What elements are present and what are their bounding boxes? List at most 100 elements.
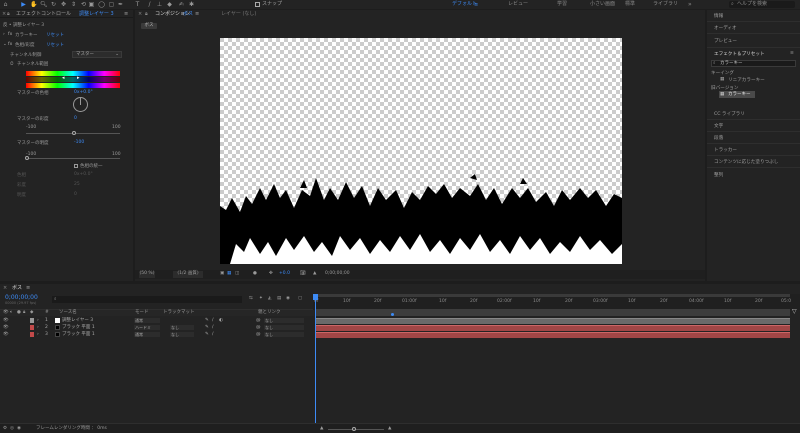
solid-layer-bar[interactable] [316,332,790,338]
master-light-slider[interactable] [25,156,120,160]
panel-menu-icon[interactable]: ≡ [124,11,128,17]
camera-tool-icon[interactable]: ▣ [88,1,95,8]
pan-tool-icon[interactable]: ✥ [60,1,67,8]
switch-icon[interactable]: ✎ [205,324,209,331]
effects-presets-panel-tab[interactable]: エフェクト＆プリセット [714,51,765,57]
parent-dropdown[interactable]: なし [264,332,304,337]
blend-mode-dropdown[interactable]: 通常 [134,332,160,337]
effect-controls-tab[interactable]: × 🔒︎ エフェクトコントロール 調整レイヤー 3 ≡ [0,10,133,18]
fx-icon[interactable]: fx [8,32,12,37]
parent-header[interactable]: 親とリンク [258,310,281,316]
switch-icon[interactable]: / [212,324,214,331]
audio-toggle-icon[interactable]: 🔈︎ [10,310,13,316]
home-icon[interactable]: ⌂ [2,1,9,8]
slider-thumb[interactable] [25,156,29,160]
comp-tab-name[interactable]: ボス [183,11,193,17]
colorize-checkbox[interactable] [74,164,78,168]
switch-icon[interactable]: / [212,317,214,324]
paragraph-tab[interactable]: 段落 [714,135,723,141]
parent-dropdown[interactable]: なし [264,318,304,323]
zoom-tool-icon[interactable]: 🔍︎ [40,1,48,8]
workspace-review[interactable]: レビュー [508,1,528,8]
show-snapshot-icon[interactable]: ▲ [313,271,316,277]
marker-icon[interactable]: ▽ [792,308,797,315]
master-hue-value[interactable]: 0x+0.0° [74,90,93,95]
expand-icon[interactable]: ◎ [10,426,14,432]
expand-arrow-icon[interactable]: › [37,331,39,338]
expand-arrow-icon[interactable]: › [37,317,39,324]
trkmat-dropdown[interactable]: なし [170,332,194,337]
mask-visibility-icon[interactable]: ◫ [235,271,239,277]
mode-header[interactable]: モード [135,310,149,316]
trkmat-header[interactable]: トラックマット [163,310,195,316]
fx2-reset-link[interactable]: リセット [46,42,64,48]
zoom-out-icon[interactable]: ▲ [320,426,323,432]
master-sat-slider[interactable] [26,131,120,135]
snap-checkbox[interactable] [255,2,260,7]
close-icon[interactable]: × [138,11,142,17]
selection-tool-icon[interactable]: ▶ [20,1,27,8]
resolution-dropdown[interactable]: (1/2 画質) [173,271,203,278]
tracker-tab[interactable]: トラッカー [714,147,737,153]
close-icon[interactable]: × [2,11,6,17]
rotate-tool-icon[interactable]: ⟲ [80,1,87,8]
zoom-in-icon[interactable]: ▲ [388,426,391,432]
reset-exposure-icon[interactable]: ✤ [269,271,273,277]
range-handle-right[interactable]: ▸ [77,75,80,81]
info-panel-tab[interactable]: 情報 [714,13,723,19]
zoom-slider[interactable] [328,427,384,431]
keying-group[interactable]: キーイング [711,70,734,76]
ellipse-tool-icon[interactable]: ◯ [98,1,105,8]
exposure-value[interactable]: +0.0 [279,271,290,277]
switch-icon[interactable]: ✎ [205,331,209,338]
preview-panel-tab[interactable]: プレビュー [714,38,737,44]
slider-thumb[interactable] [72,131,76,135]
frame-blending-icon[interactable]: ▤ [277,296,281,302]
master-sat-value[interactable]: 0 [74,116,77,121]
slider-thumb[interactable] [352,427,356,431]
switch-icon[interactable]: / [212,331,214,338]
orbit-tool-icon[interactable]: ↻ [50,1,57,8]
comp-subtab[interactable]: ボス [141,23,157,29]
fast-previews-icon[interactable]: ▣ [220,271,224,277]
pen-tool-icon[interactable]: ✒ [117,1,124,8]
parent-dropdown[interactable]: なし [264,325,304,330]
snapshot-icon[interactable]: 📷︎ [300,271,306,277]
type-tool-icon[interactable]: T [134,1,141,8]
close-icon[interactable]: × [3,285,7,291]
adjustment-layer-bar[interactable] [316,318,790,324]
channel-control-dropdown[interactable]: マスター ⌄ [72,51,122,58]
playhead-line[interactable] [315,294,316,433]
layer-name[interactable]: ブラック 平面 1 [62,331,95,338]
dolly-tool-icon[interactable]: ⇕ [70,1,77,8]
video-toggle-icon[interactable]: 👁︎ [3,310,9,316]
align-tab[interactable]: 整列 [714,172,723,178]
puppet-tool-icon[interactable]: ✱ [188,1,195,8]
modes-icon[interactable]: ◉ [17,426,21,432]
eye-icon[interactable]: 👁︎ [3,324,9,331]
toggle-switches-icon[interactable]: ⚙ [3,426,7,432]
label-color-swatch[interactable] [30,332,34,337]
composition-tab[interactable]: × 🔒︎ コンポジション ボス ≡ レイヤー (なし) [135,10,705,18]
timeline-comp-tab[interactable]: ボス [12,285,22,291]
work-area-bar[interactable] [316,294,790,297]
shy-layers-icon[interactable]: ◭ [268,296,271,302]
eraser-tool-icon[interactable]: ◆ [166,1,173,8]
playhead-handle[interactable] [313,294,318,300]
panel-menu-icon[interactable]: ≡ [26,285,30,291]
expand-workspaces-icon[interactable]: » [688,1,692,8]
pickwhip-icon[interactable]: @ [256,324,261,331]
lock-icon[interactable]: 🔒︎ [23,310,25,316]
layer-row[interactable]: 👁︎ › 3 ブラック 平面 1 通常 なし ✎ / @ なし [0,331,314,338]
fx-icon[interactable]: fx [8,42,12,47]
trkmat-dropdown[interactable]: なし [170,325,194,330]
layer-row[interactable]: 👁︎ › 2 ブラック 平面 1 ハードミ なし ✎ / @ なし [0,324,314,331]
workspace-menu-icon[interactable]: ≡ [474,2,478,8]
content-aware-fill-tab[interactable]: コンテンツに応じた塗りつぶし [714,159,778,165]
solid-layer-bar[interactable] [316,325,790,331]
stopwatch-icon[interactable]: ⏱ [10,61,14,67]
range-handle-left[interactable]: ◂ [62,75,65,81]
eye-icon[interactable]: 👁︎ [3,331,9,338]
label-color-swatch[interactable] [30,325,34,330]
label-color-swatch[interactable] [30,318,34,323]
